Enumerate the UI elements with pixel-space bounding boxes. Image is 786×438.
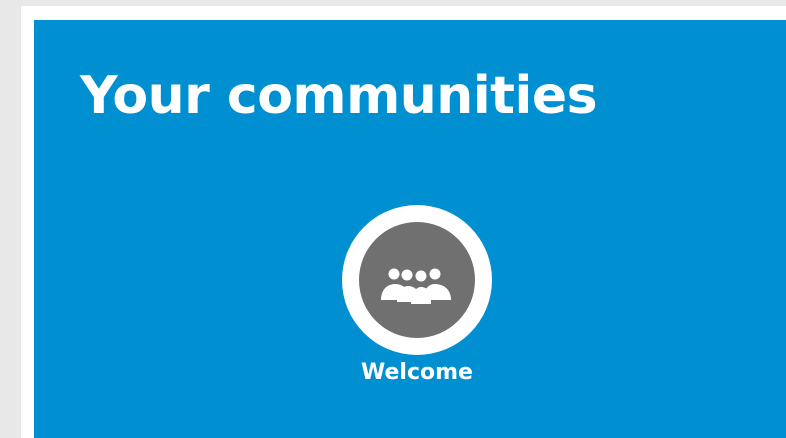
panel-title: Your communities <box>80 66 598 126</box>
community-avatar[interactable] <box>342 205 492 355</box>
community-item-welcome[interactable]: Welcome <box>332 202 502 392</box>
communities-panel: Your communities Welcome <box>34 20 786 438</box>
community-label[interactable]: Welcome <box>332 359 502 387</box>
community-avatar-inner <box>359 222 475 338</box>
group-icon <box>381 268 451 304</box>
